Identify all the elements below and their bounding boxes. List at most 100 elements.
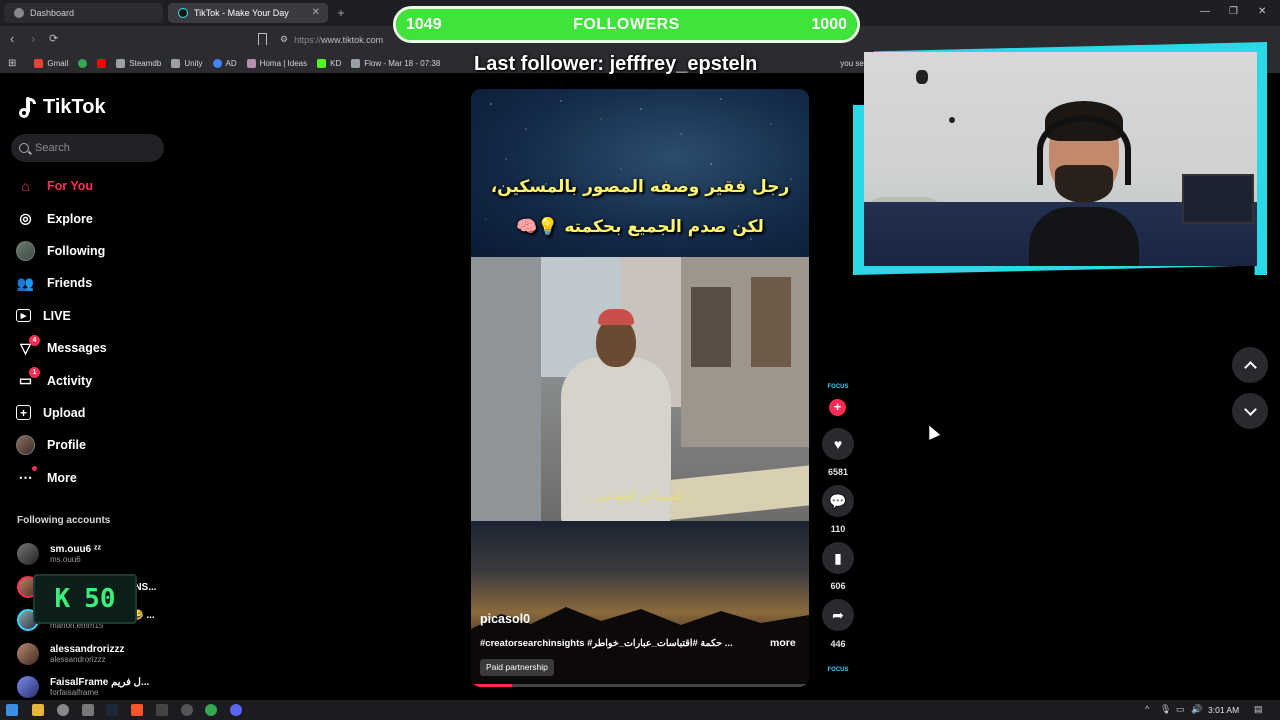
video-caption-line2: لكن صدم الجميع بحكمته 💡🧠 <box>516 217 764 237</box>
tiktok-logo[interactable]: TikTok <box>17 96 106 119</box>
nav-profile[interactable]: Profile <box>16 429 166 461</box>
account-name: alessandrorizzz <box>50 644 125 655</box>
page-icon <box>351 58 361 68</box>
close-window-icon[interactable]: ✕ <box>1258 6 1266 17</box>
reload-icon[interactable]: ⟳ <box>49 32 58 46</box>
bookmark-item[interactable]: KD <box>317 58 342 68</box>
account-avatar <box>17 676 39 698</box>
mouse-cursor-icon <box>923 423 941 440</box>
nav-live[interactable]: ▸ LIVE <box>16 300 166 332</box>
tab-tiktok[interactable]: TikTok - Make Your Day ✕ <box>168 3 328 23</box>
bookmark-icon[interactable] <box>258 33 267 45</box>
bookmark-item[interactable]: Unity <box>171 58 203 68</box>
search-input[interactable]: Search <box>11 134 164 162</box>
clock: 3:01 AM <box>1208 705 1240 715</box>
bookmark-item[interactable]: Flow - Mar 18 - 07:38 <box>351 58 440 68</box>
bookmark-item[interactable]: Gmail <box>34 58 69 68</box>
plus-box-icon: + <box>16 405 31 421</box>
brave-icon[interactable] <box>131 704 143 716</box>
video-progress-bar[interactable] <box>471 684 809 687</box>
nav-following[interactable]: Following <box>16 235 166 267</box>
nav-label: More <box>47 470 77 485</box>
following-account[interactable]: alessandrorizzz alessandrorizzz <box>17 639 167 669</box>
bookmark-item[interactable]: AD <box>212 58 237 68</box>
video-more-button[interactable]: more <box>770 637 796 649</box>
nav-label: Activity <box>47 373 93 388</box>
chevron-up-icon <box>1243 360 1257 374</box>
next-creator-avatar[interactable]: FOCUS <box>822 667 854 673</box>
homa-icon <box>246 58 256 68</box>
creator-avatar[interactable]: FOCUS <box>822 384 854 390</box>
file-explorer-icon[interactable] <box>32 704 44 716</box>
volume-icon[interactable]: 🔊 <box>1191 704 1202 715</box>
epic-icon[interactable] <box>156 704 168 716</box>
nav-label: Messages <box>47 341 107 356</box>
share-count: 446 <box>830 639 846 649</box>
like-button[interactable]: ♥ <box>822 428 854 460</box>
network-icon[interactable]: ▭ <box>1176 704 1185 715</box>
settings-icon[interactable] <box>82 704 94 716</box>
live-icon: ▸ <box>16 309 31 323</box>
video-player[interactable]: رجل فقير وصفه المصور بالمسكين، لكن صدم ا… <box>471 89 809 687</box>
nav-messages[interactable]: ▽ 4 Messages <box>16 332 166 364</box>
mic-icon[interactable]: 🎙 <box>1160 704 1171 715</box>
app-icon[interactable] <box>181 704 193 716</box>
back-icon[interactable]: ‹ <box>10 32 14 46</box>
nav-for-you[interactable]: ⌂ For You <box>16 170 166 202</box>
follow-plus-button[interactable]: + <box>829 399 846 416</box>
chrome-icon <box>78 58 88 68</box>
obs-icon[interactable] <box>57 704 69 716</box>
new-tab-button[interactable]: + <box>333 6 349 20</box>
nav-upload[interactable]: + Upload <box>16 397 166 429</box>
nav-more[interactable]: ⋯ More <box>16 462 166 494</box>
tab-dashboard[interactable]: Dashboard <box>4 3 163 23</box>
following-account[interactable]: FaisalFrame ل فريم... forfaisalframe <box>17 672 167 702</box>
nav-label: Upload <box>43 405 86 420</box>
url-prefix: https:// <box>294 34 322 45</box>
chrome-icon[interactable] <box>205 704 217 716</box>
account-username: alessandrorizzz <box>50 655 106 664</box>
site-info-icon[interactable]: ⚙ <box>280 34 288 45</box>
video-description: #creatorsearchinsights #حكمة #اقتباسات_ع… <box>480 638 733 649</box>
nav-label: For You <box>47 179 94 194</box>
heart-icon: ♥ <box>833 436 843 452</box>
nav-explore[interactable]: ◎ Explore <box>16 202 166 234</box>
nav-friends[interactable]: 👥 Friends <box>16 267 166 299</box>
account-name: FaisalFrame ل فريم... <box>50 677 150 688</box>
close-tab-icon[interactable]: ✕ <box>312 7 320 18</box>
url-field[interactable]: ⚙ https://www.tiktok.com <box>280 30 404 49</box>
search-placeholder: Search <box>35 142 70 154</box>
apps-grid-icon[interactable]: ⊞ <box>8 58 16 69</box>
bookmark-item[interactable]: Steamdb <box>116 58 161 68</box>
url-host: www.tiktok.com <box>321 34 384 45</box>
bookmark-item[interactable] <box>78 58 88 68</box>
profile-avatar-icon <box>16 435 35 456</box>
bookmark-icon: ▮ <box>834 549 842 566</box>
bookmark-item[interactable]: Homa | Ideas <box>246 58 307 68</box>
video-author[interactable]: picasol0 <box>480 612 530 626</box>
comment-button[interactable]: 💬 <box>822 485 854 517</box>
notification-icon[interactable]: ▤ <box>1254 704 1263 715</box>
bookmark-item[interactable] <box>97 58 107 68</box>
forward-icon[interactable]: › <box>31 32 35 46</box>
restore-icon[interactable]: ❐ <box>1229 6 1238 17</box>
send-icon: ▽ 4 <box>16 334 40 358</box>
start-icon[interactable] <box>6 704 18 716</box>
nav-activity[interactable]: ▭ 1 Activity <box>16 364 166 396</box>
last-follower-text: Last follower: jefffrey_epsteln <box>474 53 758 75</box>
activity-icon: ▭ 1 <box>16 367 40 390</box>
share-button[interactable]: ➦ <box>822 599 854 631</box>
kick-icon <box>317 58 327 68</box>
minimize-icon[interactable]: — <box>1200 6 1210 17</box>
following-account[interactable]: sm.ouu6 ᶻᶻ ms.ouu6 <box>17 539 167 569</box>
tray-chevron-icon[interactable]: ^ <box>1145 704 1149 714</box>
next-video-button[interactable] <box>1232 393 1268 429</box>
previous-video-button[interactable] <box>1232 347 1268 383</box>
steam-icon[interactable] <box>106 704 118 716</box>
followers-label: FOLLOWERS <box>573 16 680 33</box>
bookmark-label: KD <box>330 58 342 68</box>
discord-icon[interactable] <box>230 704 242 716</box>
save-button[interactable]: ▮ <box>822 542 854 574</box>
account-username: ms.ouu6 <box>50 555 81 564</box>
bookmark-label: Gmail <box>47 58 69 68</box>
